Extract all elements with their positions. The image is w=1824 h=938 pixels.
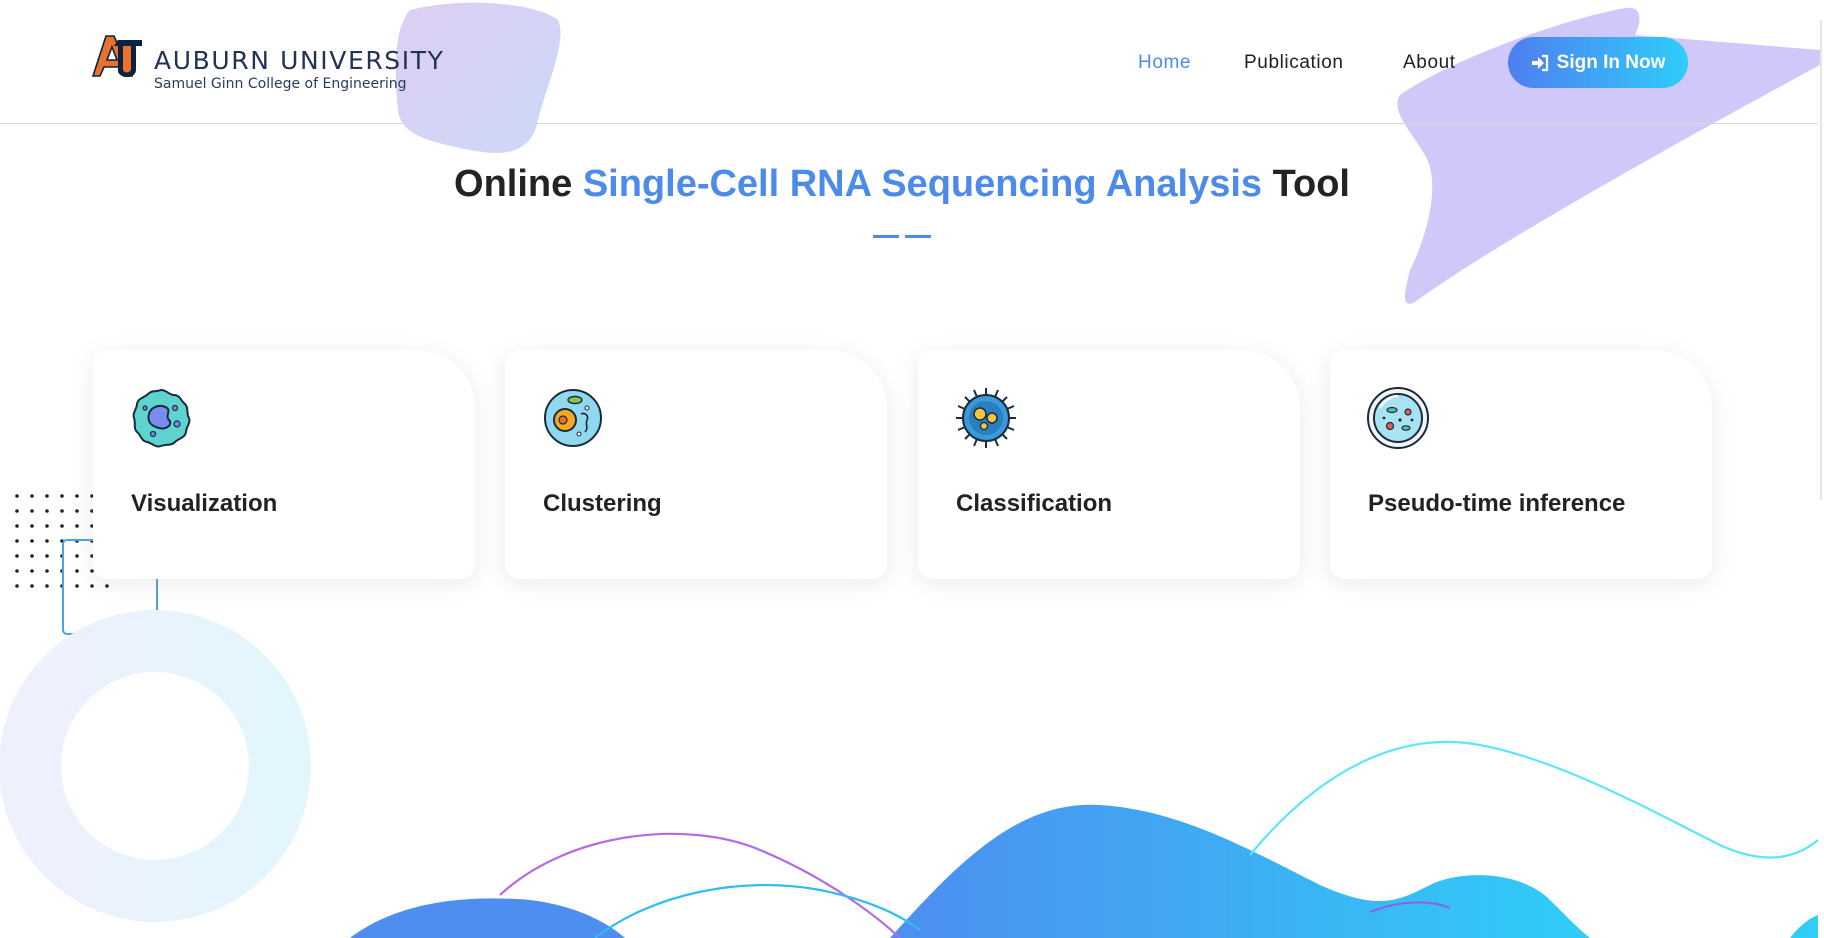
sign-in-button[interactable]: Sign In Now <box>1508 37 1688 88</box>
feature-card-classification[interactable]: Classification <box>918 350 1300 579</box>
nav-about[interactable]: About <box>1403 52 1456 74</box>
feature-label: Pseudo-time inference <box>1368 490 1626 517</box>
feature-card-pseudo-time-inference[interactable]: Pseudo-time inference <box>1330 350 1712 579</box>
sign-in-label: Sign In Now <box>1556 51 1666 73</box>
nav-home[interactable]: Home <box>1138 52 1191 74</box>
feature-card-clustering[interactable]: Clustering <box>505 350 887 579</box>
nav-publication[interactable]: Publication <box>1244 52 1344 74</box>
eukaryotic-cell-icon <box>544 389 602 447</box>
feature-label: Classification <box>956 490 1113 517</box>
site-header: AUBURN UNIVERSITY Samuel Ginn College of… <box>0 0 1818 124</box>
title-prefix: Online <box>454 163 583 205</box>
petri-dish-icon <box>1367 387 1429 449</box>
feature-label: Visualization <box>131 490 278 517</box>
university-logo[interactable]: AUBURN UNIVERSITY Samuel Ginn College of… <box>92 34 492 94</box>
page-title: Online Single-Cell RNA Sequencing Analys… <box>0 163 1804 206</box>
title-underline-right <box>905 235 931 238</box>
title-suffix: Tool <box>1262 163 1350 205</box>
logo-subtitle: Samuel Ginn College of Engineering <box>154 76 407 92</box>
virus-cell-icon <box>956 388 1016 448</box>
sign-in-icon <box>1531 54 1548 71</box>
cell-icon <box>132 388 191 448</box>
feature-card-visualization[interactable]: Visualization <box>93 350 475 579</box>
logo-title: AUBURN UNIVERSITY <box>154 46 445 75</box>
title-accent: Single-Cell RNA Sequencing Analysis <box>582 163 1263 205</box>
au-monogram-icon <box>92 35 142 78</box>
feature-label: Clustering <box>543 490 662 517</box>
title-underline-left <box>873 235 899 238</box>
